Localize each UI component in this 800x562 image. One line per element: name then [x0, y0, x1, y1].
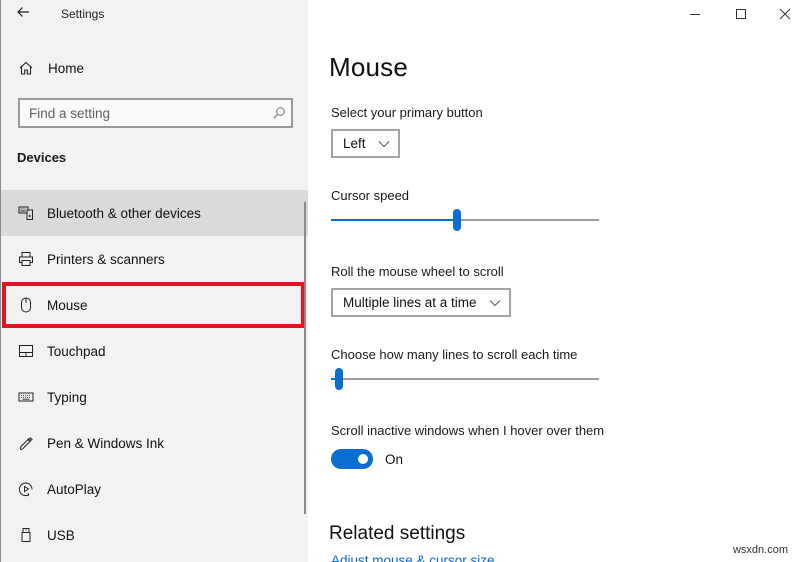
chevron-down-icon [378, 140, 390, 148]
sidebar-item-usb[interactable]: USB [1, 512, 308, 558]
primary-button-dropdown[interactable]: Left [331, 129, 400, 158]
search-input[interactable] [29, 105, 267, 121]
sidebar-item-label: Typing [47, 389, 87, 405]
touchpad-icon [17, 342, 35, 360]
keyboard-icon [17, 388, 35, 406]
bluetooth-devices-icon [17, 204, 35, 222]
adjust-mouse-cursor-size-link[interactable]: Adjust mouse & cursor size [331, 553, 495, 562]
wheel-scroll-label: Roll the mouse wheel to scroll [331, 264, 504, 279]
sidebar-item-label: Touchpad [47, 343, 106, 359]
sidebar-item-mouse[interactable]: Mouse [2, 282, 305, 328]
sidebar-item-touchpad[interactable]: Touchpad [1, 328, 308, 374]
search-icon[interactable] [267, 106, 291, 120]
slider-track [331, 378, 599, 380]
primary-button-label: Select your primary button [331, 105, 483, 120]
home-link[interactable]: Home [17, 58, 84, 78]
search-box[interactable] [18, 98, 293, 128]
watermark: wsxdn.com [732, 544, 788, 556]
sidebar-nav: Bluetooth & other devices Printers & sca… [1, 190, 308, 558]
scroll-inactive-row: On [331, 449, 403, 469]
maximize-icon [736, 9, 746, 19]
sidebar-item-label: AutoPlay [47, 481, 102, 497]
sidebar-item-label: Mouse [47, 297, 88, 313]
sidebar-item-bluetooth[interactable]: Bluetooth & other devices [1, 190, 308, 236]
chevron-down-icon [489, 299, 501, 307]
maximize-button[interactable] [718, 0, 764, 28]
home-icon [17, 60, 35, 76]
cursor-speed-label: Cursor speed [331, 188, 410, 203]
pen-icon [17, 434, 35, 452]
app-title: Settings [61, 7, 105, 21]
sidebar-item-printers[interactable]: Printers & scanners [1, 236, 308, 282]
sidebar-item-label: USB [47, 527, 75, 543]
back-button[interactable] [15, 4, 35, 24]
scroll-inactive-toggle[interactable] [331, 449, 373, 469]
sidebar-item-label: Printers & scanners [47, 251, 165, 267]
minimize-button[interactable] [672, 0, 718, 28]
minimize-icon [690, 14, 700, 15]
wheel-scroll-dropdown[interactable]: Multiple lines at a time [331, 288, 511, 317]
primary-button-value: Left [343, 136, 366, 151]
wheel-scroll-value: Multiple lines at a time [343, 295, 477, 310]
slider-thumb[interactable] [335, 368, 343, 390]
toggle-knob [358, 454, 368, 464]
slider-fill [331, 219, 457, 221]
close-icon [779, 8, 791, 20]
main-panel: Mouse Select your primary button Left Cu… [308, 0, 800, 562]
slider-thumb[interactable] [453, 209, 461, 231]
lines-to-scroll-label: Choose how many lines to scroll each tim… [331, 347, 578, 362]
sidebar-item-typing[interactable]: Typing [1, 374, 308, 420]
close-button[interactable] [762, 0, 800, 28]
sidebar: Settings Home Devices Bluetooth & other … [0, 0, 308, 562]
sidebar-item-label: Bluetooth & other devices [47, 205, 201, 221]
page-title: Mouse [329, 52, 409, 82]
cursor-speed-slider[interactable] [331, 208, 599, 232]
sidebar-item-pen[interactable]: Pen & Windows Ink [1, 420, 308, 466]
sidebar-item-autoplay[interactable]: AutoPlay [1, 466, 308, 512]
sidebar-item-label: Pen & Windows Ink [47, 435, 165, 451]
printer-icon [17, 250, 35, 268]
autoplay-icon [17, 480, 35, 498]
usb-icon [17, 526, 35, 544]
home-label: Home [48, 60, 85, 76]
toggle-state-label: On [385, 451, 404, 467]
back-arrow-icon [17, 7, 29, 17]
sidebar-scrollbar[interactable] [304, 202, 306, 514]
section-title: Devices [17, 150, 67, 165]
related-settings-title: Related settings [329, 523, 466, 544]
scroll-inactive-label: Scroll inactive windows when I hover ove… [331, 423, 605, 438]
lines-to-scroll-slider[interactable] [331, 367, 599, 391]
mouse-icon [17, 296, 35, 314]
